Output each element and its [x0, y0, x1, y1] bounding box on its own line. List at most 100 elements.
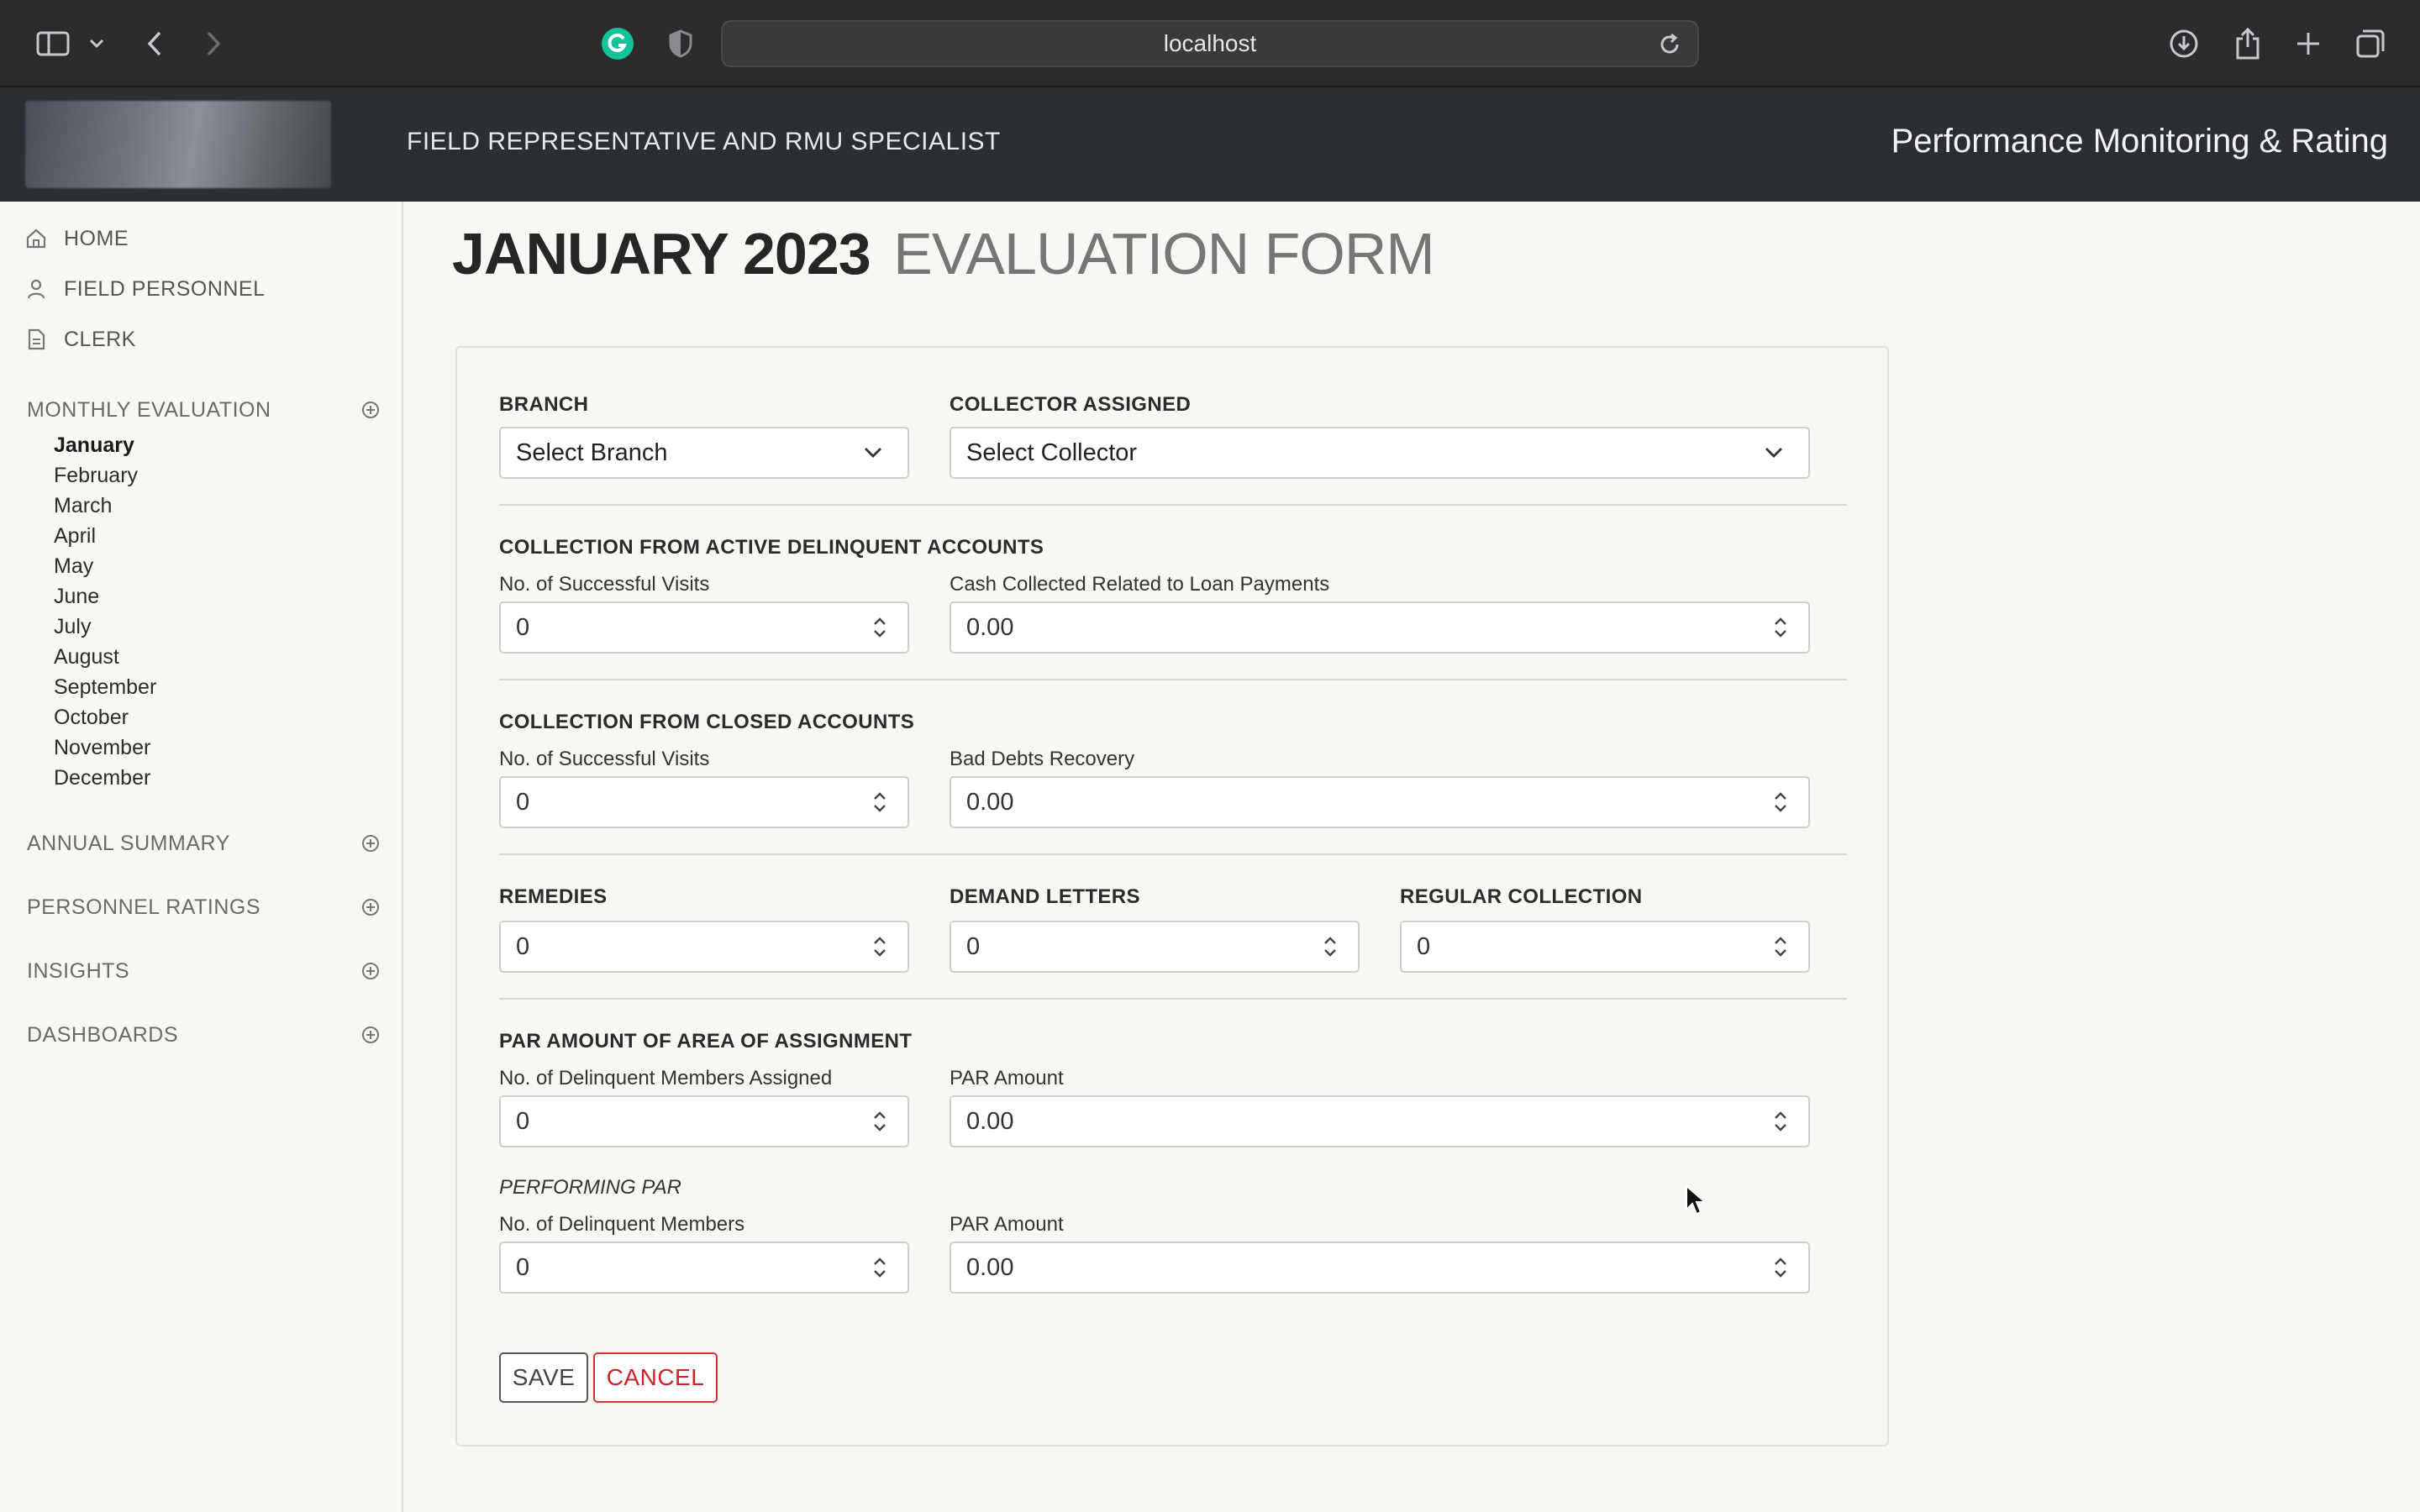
cash-collected-value: 0.00 [966, 613, 1014, 641]
month-item-december[interactable]: December [54, 763, 156, 793]
demand-letters-value: 0 [966, 932, 981, 960]
expand-plus-icon[interactable] [361, 962, 380, 980]
stepper-arrows-icon[interactable] [872, 790, 887, 815]
expand-plus-icon[interactable] [361, 834, 380, 853]
collector-select[interactable]: Select Collector [950, 427, 1810, 479]
month-item-february[interactable]: February [54, 460, 156, 491]
sidebar: HOME FIELD PERSONNEL CLERK MONTHLY EVALU… [0, 202, 403, 1512]
month-list: January February March April May June Ju… [54, 430, 156, 793]
expand-plus-icon[interactable] [361, 401, 380, 419]
header-role-title: FIELD REPRESENTATIVE AND RMU SPECIALIST [407, 128, 1001, 155]
section-label: ANNUAL SUMMARY [27, 831, 230, 855]
month-item-may[interactable]: May [54, 551, 156, 581]
reload-icon[interactable] [1657, 32, 1682, 57]
privacy-shield-icon[interactable] [664, 22, 697, 66]
performing-par-heading: PERFORMING PAR [499, 1176, 681, 1199]
branch-select-value: Select Branch [516, 438, 668, 466]
new-tab-icon[interactable] [2289, 22, 2328, 66]
stepper-arrows-icon[interactable] [872, 615, 887, 640]
mouse-cursor-icon [1686, 1184, 1707, 1215]
performing-amount-input[interactable]: 0.00 [950, 1242, 1810, 1294]
sidebar-item-home[interactable]: HOME [25, 222, 129, 255]
regular-collection-input[interactable]: 0 [1400, 921, 1810, 973]
stepper-arrows-icon[interactable] [872, 1109, 887, 1134]
sidebar-item-label: CLERK [64, 327, 136, 351]
logo[interactable] [25, 101, 331, 188]
remedies-label: REMEDIES [499, 885, 608, 908]
branch-select[interactable]: Select Branch [499, 427, 909, 479]
month-item-march[interactable]: March [54, 491, 156, 521]
tab-overview-icon[interactable] [2351, 22, 2390, 66]
stepper-arrows-icon[interactable] [1773, 790, 1788, 815]
sidebar-item-label: HOME [64, 226, 129, 250]
month-item-november[interactable]: November [54, 732, 156, 763]
demand-letters-label: DEMAND LETTERS [950, 885, 1140, 908]
bad-debts-input[interactable]: 0.00 [950, 776, 1810, 828]
home-icon [25, 227, 49, 250]
section-insights[interactable]: INSIGHTS [27, 954, 380, 988]
month-item-september[interactable]: September [54, 672, 156, 702]
share-icon[interactable] [2228, 22, 2267, 66]
sidebar-toggle-icon[interactable] [32, 22, 74, 66]
cash-collected-input[interactable]: 0.00 [950, 601, 1810, 654]
chevron-down-icon [865, 448, 881, 458]
remedies-input[interactable]: 0 [499, 921, 909, 973]
month-item-june[interactable]: June [54, 581, 156, 612]
cancel-button[interactable]: CANCEL [593, 1352, 718, 1403]
person-icon [25, 277, 49, 301]
stepper-arrows-icon[interactable] [872, 934, 887, 959]
section-label: DASHBOARDS [27, 1022, 179, 1047]
expand-plus-icon[interactable] [361, 1026, 380, 1044]
performing-amount-value: 0.00 [966, 1253, 1014, 1281]
par-amount-input[interactable]: 0.00 [950, 1095, 1810, 1147]
month-item-october[interactable]: October [54, 702, 156, 732]
stepper-arrows-icon[interactable] [1773, 615, 1788, 640]
par-members-value: 0 [516, 1107, 530, 1135]
active-visits-label: No. of Successful Visits [499, 573, 710, 596]
stepper-arrows-icon[interactable] [872, 1255, 887, 1280]
month-item-august[interactable]: August [54, 642, 156, 672]
section-label: MONTHLY EVALUATION [27, 397, 271, 422]
sidebar-item-field-personnel[interactable]: FIELD PERSONNEL [25, 272, 266, 306]
section-label: INSIGHTS [27, 958, 130, 983]
divider [499, 504, 1847, 506]
sidebar-item-clerk[interactable]: CLERK [25, 323, 136, 356]
sidebar-item-label: FIELD PERSONNEL [64, 276, 266, 301]
section-label: PERSONNEL RATINGS [27, 895, 260, 919]
grammarly-extension-icon[interactable] [600, 22, 635, 66]
address-bar[interactable]: localhost [721, 20, 1699, 67]
section-dashboards[interactable]: DASHBOARDS [27, 1018, 380, 1052]
save-button[interactable]: SAVE [499, 1352, 588, 1403]
month-item-july[interactable]: July [54, 612, 156, 642]
stepper-arrows-icon[interactable] [1773, 1109, 1788, 1134]
month-item-april[interactable]: April [54, 521, 156, 551]
back-icon[interactable] [138, 22, 171, 66]
chevron-down-icon[interactable] [84, 22, 109, 66]
downloads-icon[interactable] [2165, 22, 2203, 66]
section-personnel-ratings[interactable]: PERSONNEL RATINGS [27, 890, 380, 924]
remedies-value: 0 [516, 932, 530, 960]
performing-members-input[interactable]: 0 [499, 1242, 909, 1294]
par-amount-label: PAR Amount [950, 1067, 1064, 1089]
page-title-period: JANUARY 2023 [452, 221, 871, 286]
closed-visits-input[interactable]: 0 [499, 776, 909, 828]
page-title: JANUARY 2023 EVALUATION FORM [452, 220, 1435, 287]
regular-collection-label: REGULAR COLLECTION [1400, 885, 1643, 908]
demand-letters-input[interactable]: 0 [950, 921, 1360, 973]
section-monthly-evaluation[interactable]: MONTHLY EVALUATION [27, 393, 380, 427]
cash-collected-label: Cash Collected Related to Loan Payments [950, 573, 1330, 596]
active-visits-input[interactable]: 0 [499, 601, 909, 654]
stepper-arrows-icon[interactable] [1773, 1255, 1788, 1280]
branch-label: BRANCH [499, 393, 589, 416]
forward-icon[interactable] [197, 22, 230, 66]
divider [499, 679, 1847, 680]
expand-plus-icon[interactable] [361, 898, 380, 916]
app-header: FIELD REPRESENTATIVE AND RMU SPECIALIST … [0, 87, 2420, 202]
stepper-arrows-icon[interactable] [1323, 934, 1338, 959]
stepper-arrows-icon[interactable] [1773, 934, 1788, 959]
month-item-january[interactable]: January [54, 430, 156, 460]
closed-visits-label: No. of Successful Visits [499, 748, 710, 770]
par-members-input[interactable]: 0 [499, 1095, 909, 1147]
section-annual-summary[interactable]: ANNUAL SUMMARY [27, 827, 380, 860]
divider [499, 998, 1847, 1000]
